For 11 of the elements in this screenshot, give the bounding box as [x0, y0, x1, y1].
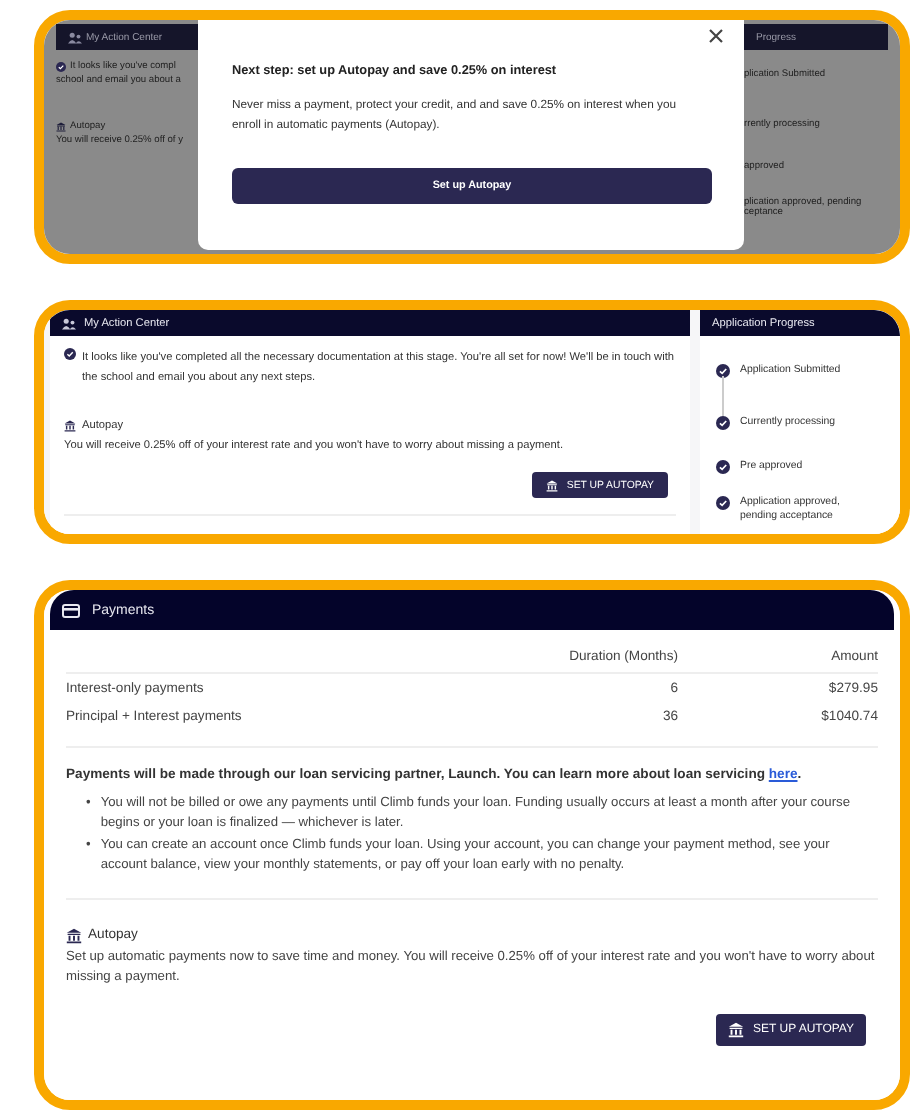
bank-icon — [56, 122, 66, 132]
bank-icon — [64, 420, 76, 432]
bank-icon — [727, 1022, 744, 1039]
people-icon — [62, 317, 76, 329]
check-circle-icon — [64, 348, 76, 360]
credit-card-icon — [62, 603, 80, 617]
people-icon — [68, 31, 82, 43]
close-icon[interactable] — [708, 28, 724, 44]
bank-icon — [546, 479, 559, 491]
check-circle-icon — [56, 62, 66, 72]
bank-icon — [66, 927, 82, 944]
